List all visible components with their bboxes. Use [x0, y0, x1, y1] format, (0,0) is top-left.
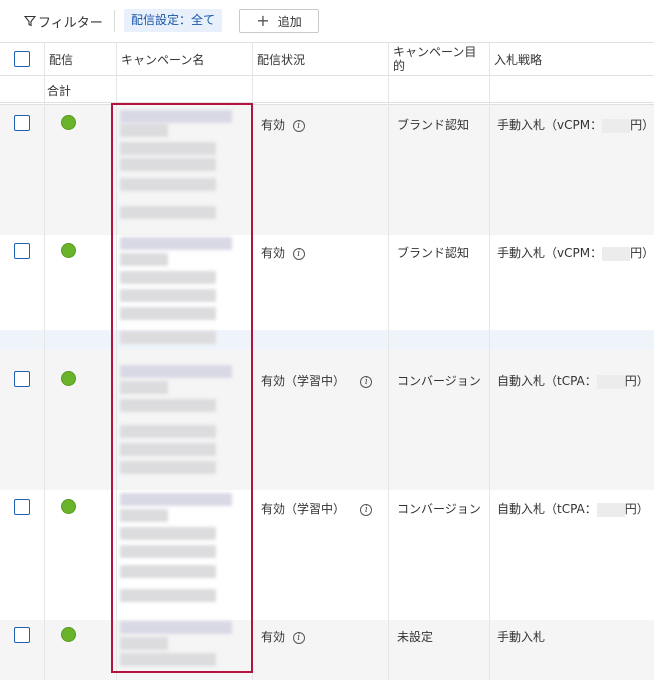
table-row-bg	[0, 330, 654, 350]
bid-strategy: 手動入札	[497, 630, 546, 644]
divider	[0, 102, 654, 103]
row-checkbox[interactable]	[14, 499, 30, 515]
bid-strategy-unit: 円）	[630, 118, 654, 132]
delivery-status-dot	[61, 243, 76, 258]
divider	[0, 42, 654, 43]
bid-strategy-text: 自動入札（tCPA：	[497, 374, 597, 388]
column-divider	[252, 42, 253, 680]
delivery-status-dot	[61, 371, 76, 386]
bid-strategy-text: 手動入札（vCPM：	[497, 246, 603, 260]
campaign-objective: ブランド認知	[397, 246, 470, 260]
column-divider	[116, 42, 117, 680]
column-header-campaign-objective[interactable]: キャンペーン目的	[393, 43, 485, 75]
select-all-checkbox[interactable]	[14, 51, 30, 67]
bid-strategy-unit: 円）	[630, 246, 654, 260]
column-divider	[489, 42, 490, 680]
delivery-status-text: 有効（学習中）	[261, 374, 346, 388]
toolbar-divider	[114, 10, 115, 32]
redacted-value	[602, 246, 631, 261]
add-label: 追加	[277, 14, 302, 29]
table-row-bg	[0, 350, 654, 490]
delivery-status-dot	[61, 627, 76, 642]
divider	[0, 104, 654, 105]
bid-strategy-unit: 円）	[624, 502, 649, 516]
column-divider	[44, 42, 45, 680]
bid-strategy: 手動入札（vCPM： 円）	[497, 244, 654, 261]
divider	[0, 75, 654, 76]
delivery-status-text: 有効	[261, 630, 286, 644]
bid-strategy-text: 自動入札（tCPA：	[497, 502, 597, 516]
delivery-status-text: 有効	[261, 246, 286, 260]
total-label: 合計	[47, 84, 72, 98]
table-row-bg	[0, 620, 654, 680]
info-icon[interactable]: i	[292, 631, 305, 644]
campaign-objective: コンバージョン	[397, 374, 481, 388]
delivery-status-text: 有効	[261, 118, 286, 132]
delivery-status-cell: 有効 i	[261, 116, 305, 133]
info-icon[interactable]: i	[360, 375, 373, 388]
delivery-status-cell: 有効 i	[261, 628, 305, 645]
row-checkbox[interactable]	[14, 115, 30, 131]
redacted-value	[596, 374, 625, 389]
campaign-objective: ブランド認知	[397, 118, 470, 132]
column-header-bid-strategy[interactable]: 入札戦略	[494, 43, 542, 75]
delivery-status-cell: 有効（学習中） i	[261, 372, 373, 389]
delivery-status-text: 有効（学習中）	[261, 502, 346, 516]
filter-label: フィルター	[38, 15, 103, 31]
info-icon[interactable]: i	[292, 247, 305, 260]
campaign-objective: 未設定	[397, 630, 434, 644]
column-divider	[388, 42, 389, 680]
column-header-delivery-status[interactable]: 配信状況	[257, 43, 305, 75]
info-icon[interactable]: i	[292, 119, 305, 132]
delivery-status-cell: 有効（学習中） i	[261, 500, 373, 517]
header-row	[0, 43, 654, 75]
add-button[interactable]: + 追加	[239, 9, 319, 33]
filter-chip-delivery-setting[interactable]: 配信設定：全て	[124, 9, 223, 32]
bid-strategy: 自動入札（tCPA： 円）	[497, 500, 649, 517]
column-header-campaign-name[interactable]: キャンペーン名	[121, 43, 204, 75]
delivery-status-cell: 有効 i	[261, 244, 305, 261]
bid-strategy-text: 手動入札（vCPM：	[497, 118, 603, 132]
redacted-value	[602, 118, 631, 133]
bid-strategy-unit: 円）	[624, 374, 649, 388]
delivery-status-dot	[61, 115, 76, 130]
row-checkbox[interactable]	[14, 243, 30, 259]
campaign-objective: コンバージョン	[397, 502, 481, 516]
delivery-status-dot	[61, 499, 76, 514]
bid-strategy: 手動入札（vCPM： 円）	[497, 116, 654, 133]
column-header-delivery[interactable]: 配信	[49, 43, 73, 75]
toolbar: フィルター 配信設定：全て + 追加	[0, 0, 654, 42]
row-checkbox[interactable]	[14, 627, 30, 643]
bid-strategy: 自動入札（tCPA： 円）	[497, 372, 649, 389]
row-checkbox[interactable]	[14, 371, 30, 387]
filter-icon	[24, 15, 36, 27]
redacted-value	[596, 502, 625, 517]
plus-icon: +	[256, 11, 270, 30]
filter-button[interactable]: フィルター	[24, 11, 103, 31]
info-icon[interactable]: i	[360, 503, 373, 516]
